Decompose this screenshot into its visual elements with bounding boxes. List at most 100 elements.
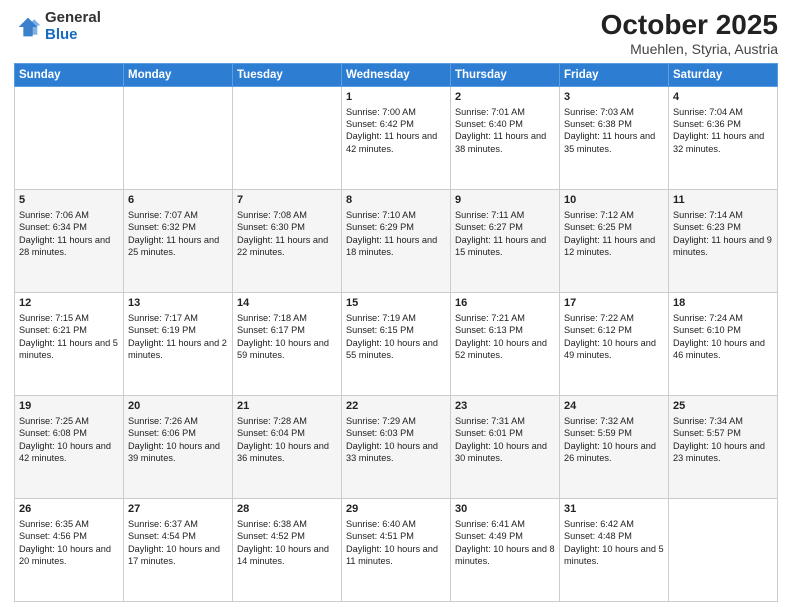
sunset-text: Sunset: 4:48 PM [564,531,632,541]
daylight-text: Daylight: 10 hours and 26 minutes. [564,441,656,463]
table-row: 7Sunrise: 7:08 AMSunset: 6:30 PMDaylight… [233,189,342,292]
day-number: 20 [128,399,228,414]
daylight-text: Daylight: 10 hours and 46 minutes. [673,338,765,360]
table-row: 14Sunrise: 7:18 AMSunset: 6:17 PMDayligh… [233,292,342,395]
daylight-text: Daylight: 10 hours and 36 minutes. [237,441,329,463]
day-number: 4 [673,90,773,105]
calendar-week-row: 5Sunrise: 7:06 AMSunset: 6:34 PMDaylight… [15,189,778,292]
table-row: 31Sunrise: 6:42 AMSunset: 4:48 PMDayligh… [560,498,669,601]
logo-icon [14,13,42,41]
sunrise-text: Sunrise: 7:14 AM [673,210,743,220]
sunrise-text: Sunrise: 7:32 AM [564,416,634,426]
logo-text: General Blue [45,10,101,43]
day-number: 14 [237,296,337,311]
col-thursday: Thursday [451,63,560,86]
sunset-text: Sunset: 6:10 PM [673,325,741,335]
daylight-text: Daylight: 11 hours and 15 minutes. [455,235,546,257]
sunrise-text: Sunrise: 7:07 AM [128,210,198,220]
table-row: 16Sunrise: 7:21 AMSunset: 6:13 PMDayligh… [451,292,560,395]
day-number: 31 [564,502,664,517]
sunset-text: Sunset: 6:29 PM [346,222,414,232]
sunrise-text: Sunrise: 7:12 AM [564,210,634,220]
calendar-table: Sunday Monday Tuesday Wednesday Thursday… [14,63,778,602]
sunrise-text: Sunrise: 7:31 AM [455,416,525,426]
sunset-text: Sunset: 5:59 PM [564,428,632,438]
table-row: 13Sunrise: 7:17 AMSunset: 6:19 PMDayligh… [124,292,233,395]
logo-blue-text: Blue [45,27,101,44]
day-number: 27 [128,502,228,517]
table-row: 2Sunrise: 7:01 AMSunset: 6:40 PMDaylight… [451,86,560,189]
sunset-text: Sunset: 6:15 PM [346,325,414,335]
day-number: 26 [19,502,119,517]
table-row: 6Sunrise: 7:07 AMSunset: 6:32 PMDaylight… [124,189,233,292]
table-row: 18 Sunrise: 7:24 AM Sunset: 6:10 PM Dayligh… [669,292,778,395]
col-friday: Friday [560,63,669,86]
sunrise-text: Sunrise: 7:18 AM [237,313,307,323]
sunset-text: Sunset: 6:23 PM [673,222,741,232]
sunrise-text: Sunrise: 7:26 AM [128,416,198,426]
calendar-header: Sunday Monday Tuesday Wednesday Thursday… [15,63,778,86]
table-row: 30Sunrise: 6:41 AMSunset: 4:49 PMDayligh… [451,498,560,601]
daylight-text: Daylight: 10 hours and 11 minutes. [346,544,438,566]
daylight-text: Daylight: 11 hours and 25 minutes. [128,235,219,257]
day-number: 24 [564,399,664,414]
daylight-text: Daylight: 11 hours and 32 minutes. [673,131,764,153]
table-row: 11Sunrise: 7:14 AMSunset: 6:23 PMDayligh… [669,189,778,292]
daylight-text: Daylight: 11 hours and 5 minutes. [19,338,118,360]
sunrise-text: Sunrise: 7:28 AM [237,416,307,426]
col-sunday: Sunday [15,63,124,86]
table-row: 22Sunrise: 7:29 AMSunset: 6:03 PMDayligh… [342,395,451,498]
col-saturday: Saturday [669,63,778,86]
table-row: 23Sunrise: 7:31 AMSunset: 6:01 PMDayligh… [451,395,560,498]
calendar-week-row: 26Sunrise: 6:35 AMSunset: 4:56 PMDayligh… [15,498,778,601]
sunset-text: Sunset: 6:19 PM [128,325,196,335]
sunset-text: Sunset: 5:57 PM [673,428,741,438]
day-number: 29 [346,502,446,517]
sunrise-text: Sunrise: 7:29 AM [346,416,416,426]
table-row: 26Sunrise: 6:35 AMSunset: 4:56 PMDayligh… [15,498,124,601]
sunrise-text: Sunrise: 6:38 AM [237,519,307,529]
sunrise-text: Sunrise: 6:42 AM [564,519,634,529]
subtitle: Muehlen, Styria, Austria [601,41,778,57]
table-row: 8Sunrise: 7:10 AMSunset: 6:29 PMDaylight… [342,189,451,292]
logo: General Blue [14,10,101,43]
sunrise-text: Sunrise: 7:10 AM [346,210,416,220]
day-number: 19 [19,399,119,414]
daylight-text: Daylight: 11 hours and 18 minutes. [346,235,437,257]
sunrise-text: Sunrise: 7:01 AM [455,107,525,117]
calendar-week-row: 19Sunrise: 7:25 AMSunset: 6:08 PMDayligh… [15,395,778,498]
day-number: 21 [237,399,337,414]
col-monday: Monday [124,63,233,86]
table-row: 27Sunrise: 6:37 AMSunset: 4:54 PMDayligh… [124,498,233,601]
sunset-text: Sunset: 6:13 PM [455,325,523,335]
title-block: October 2025 Muehlen, Styria, Austria [601,10,778,57]
day-number: 6 [128,193,228,208]
day-number: 18 [673,296,773,311]
daylight-text: Daylight: 10 hours and 14 minutes. [237,544,329,566]
daylight-text: Daylight: 11 hours and 28 minutes. [19,235,110,257]
sunrise-text: Sunrise: 7:08 AM [237,210,307,220]
table-row: 21Sunrise: 7:28 AMSunset: 6:04 PMDayligh… [233,395,342,498]
daylight-text: Daylight: 10 hours and 23 minutes. [673,441,765,463]
sunrise-text: Sunrise: 7:24 AM [673,313,743,323]
daylight-text: Daylight: 10 hours and 59 minutes. [237,338,329,360]
table-row: 25Sunrise: 7:34 AMSunset: 5:57 PMDayligh… [669,395,778,498]
day-number: 22 [346,399,446,414]
daylight-text: Daylight: 11 hours and 22 minutes. [237,235,328,257]
table-row [15,86,124,189]
table-row: 1Sunrise: 7:00 AMSunset: 6:42 PMDaylight… [342,86,451,189]
table-row [124,86,233,189]
daylight-text: Daylight: 10 hours and 8 minutes. [455,544,555,566]
sunrise-text: Sunrise: 6:41 AM [455,519,525,529]
daylight-text: Daylight: 11 hours and 12 minutes. [564,235,655,257]
daylight-text: Daylight: 10 hours and 49 minutes. [564,338,656,360]
sunrise-text: Sunrise: 7:25 AM [19,416,89,426]
day-number: 5 [19,193,119,208]
sunrise-text: Sunrise: 7:17 AM [128,313,198,323]
sunset-text: Sunset: 4:54 PM [128,531,196,541]
daylight-text: Daylight: 11 hours and 38 minutes. [455,131,546,153]
calendar-week-row: 1Sunrise: 7:00 AMSunset: 6:42 PMDaylight… [15,86,778,189]
main-title: October 2025 [601,10,778,41]
sunset-text: Sunset: 6:01 PM [455,428,523,438]
day-number: 25 [673,399,773,414]
